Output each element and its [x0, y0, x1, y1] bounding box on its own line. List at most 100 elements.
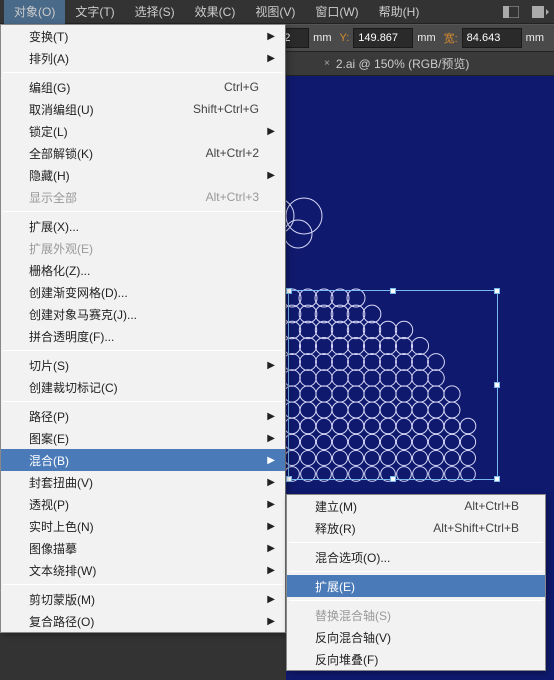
handle-sw[interactable]	[286, 476, 292, 482]
submenu-arrow-icon: ▶	[267, 565, 275, 576]
handle-se[interactable]	[494, 476, 500, 482]
menu-item-label: 扩展(X)...	[29, 218, 79, 235]
menu-item[interactable]: 取消编组(U)Shift+Ctrl+G	[1, 98, 285, 120]
menu-item-label: 反向堆叠(F)	[315, 651, 378, 668]
menu-item[interactable]: 建立(M) Alt+Ctrl+B	[287, 495, 545, 517]
menu-item[interactable]: 剪切蒙版(M) ▶	[1, 588, 285, 610]
menu-item[interactable]: 切片(S)▶	[1, 354, 285, 376]
tab-close-icon[interactable]: ×	[324, 58, 330, 69]
menu-item[interactable]: 图像描摹▶	[1, 537, 285, 559]
menu-item-label: 显示全部	[29, 189, 77, 206]
menu-item[interactable]: 扩展(X)...	[1, 215, 285, 237]
menu-item[interactable]: 混合(B) ▶	[1, 449, 285, 471]
handle-n[interactable]	[390, 288, 396, 294]
menu-item[interactable]: 排列(A)▶	[1, 47, 285, 69]
menu-object[interactable]: 对象(O)	[4, 0, 65, 24]
handle-nw[interactable]	[286, 288, 292, 294]
menu-item[interactable]: 文本绕排(W) ▶	[1, 559, 285, 581]
submenu-arrow-icon: ▶	[267, 477, 275, 488]
handle-e[interactable]	[494, 382, 500, 388]
menu-separator	[289, 571, 543, 572]
submenu-arrow-icon: ▶	[267, 594, 275, 605]
menu-item[interactable]: 反向堆叠(F)	[287, 648, 545, 670]
menu-item[interactable]: 反向混合轴(V)	[287, 626, 545, 648]
submenu-arrow-icon: ▶	[267, 411, 275, 422]
panel-icon[interactable]	[532, 3, 550, 21]
menu-item[interactable]: 编组(G)Ctrl+G	[1, 76, 285, 98]
menu-item[interactable]: 实时上色(N)▶	[1, 515, 285, 537]
menu-item[interactable]: 创建裁切标记(C)	[1, 376, 285, 398]
menu-item-label: 取消编组(U)	[29, 101, 94, 118]
selection-box[interactable]	[288, 290, 498, 480]
menu-item-label: 创建对象马赛克(J)...	[29, 306, 137, 323]
menu-item[interactable]: 隐藏(H)▶	[1, 164, 285, 186]
menu-item[interactable]: 扩展(E)	[287, 575, 545, 597]
menu-shortcut: Alt+Ctrl+3	[206, 190, 259, 204]
menu-item-label: 建立(M)	[315, 498, 357, 515]
submenu-arrow-icon: ▶	[267, 543, 275, 554]
submenu-arrow-icon: ▶	[267, 433, 275, 444]
submenu-arrow-icon: ▶	[267, 31, 275, 42]
menu-item: 替换混合轴(S)	[287, 604, 545, 626]
menu-item-label: 复合路径(O)	[29, 613, 94, 630]
document-tab[interactable]: × 2.ai @ 150% (RGB/预览)	[316, 52, 477, 76]
menu-item[interactable]: 栅格化(Z)...	[1, 259, 285, 281]
menu-item: 显示全部 Alt+Ctrl+3	[1, 186, 285, 208]
menu-item[interactable]: 复合路径(O) ▶	[1, 610, 285, 632]
menu-item-label: 扩展(E)	[315, 578, 355, 595]
menu-item-label: 隐藏(H)	[29, 167, 70, 184]
handle-ne[interactable]	[494, 288, 500, 294]
tab-title: 2.ai @ 150% (RGB/预览)	[336, 55, 470, 72]
handle-s[interactable]	[390, 476, 396, 482]
menu-item[interactable]: 变换(T)▶	[1, 25, 285, 47]
submenu-arrow-icon: ▶	[267, 616, 275, 627]
menu-item[interactable]: 混合选项(O)...	[287, 546, 545, 568]
menu-separator	[289, 600, 543, 601]
menu-item[interactable]: 全部解锁(K)Alt+Ctrl+2	[1, 142, 285, 164]
menu-item-label: 文本绕排(W)	[29, 562, 96, 579]
submenu-arrow-icon: ▶	[267, 521, 275, 532]
menu-type[interactable]: 文字(T)	[65, 0, 124, 24]
menu-view[interactable]: 视图(V)	[245, 0, 305, 24]
menu-item[interactable]: 拼合透明度(F)...	[1, 325, 285, 347]
submenu-arrow-icon: ▶	[267, 360, 275, 371]
menu-shortcut: Alt+Ctrl+2	[206, 146, 259, 160]
menu-shortcut: Ctrl+G	[224, 80, 259, 94]
menu-item-label: 创建裁切标记(C)	[29, 379, 118, 396]
y-label: Y:	[339, 32, 349, 44]
menu-item: 扩展外观(E)	[1, 237, 285, 259]
menu-item[interactable]: 创建对象马赛克(J)...	[1, 303, 285, 325]
submenu-arrow-icon: ▶	[267, 126, 275, 137]
w-label: 宽:	[444, 30, 458, 46]
menu-item[interactable]: 释放(R)Alt+Shift+Ctrl+B	[287, 517, 545, 539]
layout-icon[interactable]	[502, 3, 520, 21]
menu-item-label: 扩展外观(E)	[29, 240, 93, 257]
w-field[interactable]	[462, 28, 522, 48]
menu-select[interactable]: 选择(S)	[125, 0, 185, 24]
menu-item-label: 反向混合轴(V)	[315, 629, 391, 646]
blend-submenu: 建立(M) Alt+Ctrl+B 释放(R)Alt+Shift+Ctrl+B 混合选项…	[286, 494, 546, 671]
menu-separator	[3, 584, 283, 585]
menu-help[interactable]: 帮助(H)	[369, 0, 430, 24]
submenu-arrow-icon: ▶	[267, 455, 275, 466]
menu-item[interactable]: 封套扭曲(V) ▶	[1, 471, 285, 493]
menu-separator	[3, 350, 283, 351]
w-unit: mm	[526, 32, 544, 44]
menu-item-label: 剪切蒙版(M)	[29, 591, 95, 608]
menu-item-label: 路径(P)	[29, 408, 69, 425]
y-field[interactable]	[353, 28, 413, 48]
x-unit: mm	[313, 32, 331, 44]
menu-item-label: 透视(P)	[29, 496, 69, 513]
menu-item[interactable]: 锁定(L)▶	[1, 120, 285, 142]
menu-effect[interactable]: 效果(C)	[185, 0, 246, 24]
menu-item-label: 创建渐变网格(D)...	[29, 284, 128, 301]
menu-shortcut: Alt+Ctrl+B	[464, 499, 519, 513]
menu-item-label: 封套扭曲(V)	[29, 474, 93, 491]
menu-item-label: 混合(B)	[29, 452, 69, 469]
menu-item[interactable]: 创建渐变网格(D)...	[1, 281, 285, 303]
menu-item[interactable]: 透视(P)▶	[1, 493, 285, 515]
menu-window[interactable]: 窗口(W)	[305, 0, 368, 24]
menu-item[interactable]: 路径(P) ▶	[1, 405, 285, 427]
menu-item[interactable]: 图案(E)▶	[1, 427, 285, 449]
menu-item-label: 替换混合轴(S)	[315, 607, 391, 624]
